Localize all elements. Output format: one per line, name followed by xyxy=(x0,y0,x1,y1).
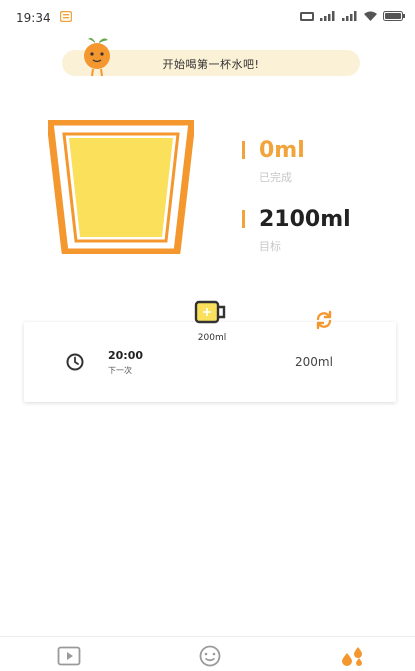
completed-value: 0ml xyxy=(259,138,305,163)
battery-icon xyxy=(383,11,405,21)
clock-icon xyxy=(66,353,84,371)
bottom-nav xyxy=(0,636,415,671)
nav-item-video[interactable] xyxy=(54,643,84,669)
cup-water-fill xyxy=(69,138,173,237)
orange-mascot-icon xyxy=(84,38,110,77)
drops-icon xyxy=(342,647,362,666)
completed-accent-bar xyxy=(242,141,245,159)
video-icon xyxy=(57,646,81,666)
cup-size-label: 200ml xyxy=(197,333,227,343)
water-cup-graphic xyxy=(48,120,194,254)
nav-item-water[interactable] xyxy=(338,643,368,669)
next-reminder-amount: 200ml xyxy=(295,355,333,369)
app-notification-icon xyxy=(60,11,72,22)
next-reminder-time[interactable]: 20:00 xyxy=(108,349,143,362)
next-reminder-label: 下一次 xyxy=(108,366,132,375)
refresh-icon[interactable] xyxy=(314,310,334,330)
status-bar: 19:34 xyxy=(0,0,415,34)
cup-size-selector[interactable]: 200ml xyxy=(189,298,235,348)
hd-icon xyxy=(300,11,314,21)
status-icons xyxy=(300,11,405,21)
wifi-icon xyxy=(364,11,377,21)
nav-item-mood[interactable] xyxy=(195,643,225,669)
completed-label: 已完成 xyxy=(259,171,292,184)
goal-label: 目标 xyxy=(259,240,281,253)
smile-icon xyxy=(199,645,221,667)
goal-value: 2100ml xyxy=(259,207,351,232)
status-time: 19:34 xyxy=(16,11,51,25)
signal-icon xyxy=(320,11,335,21)
cup-size-icon xyxy=(194,300,226,324)
goal-accent-bar xyxy=(242,210,245,228)
signal-icon-2 xyxy=(342,11,357,21)
